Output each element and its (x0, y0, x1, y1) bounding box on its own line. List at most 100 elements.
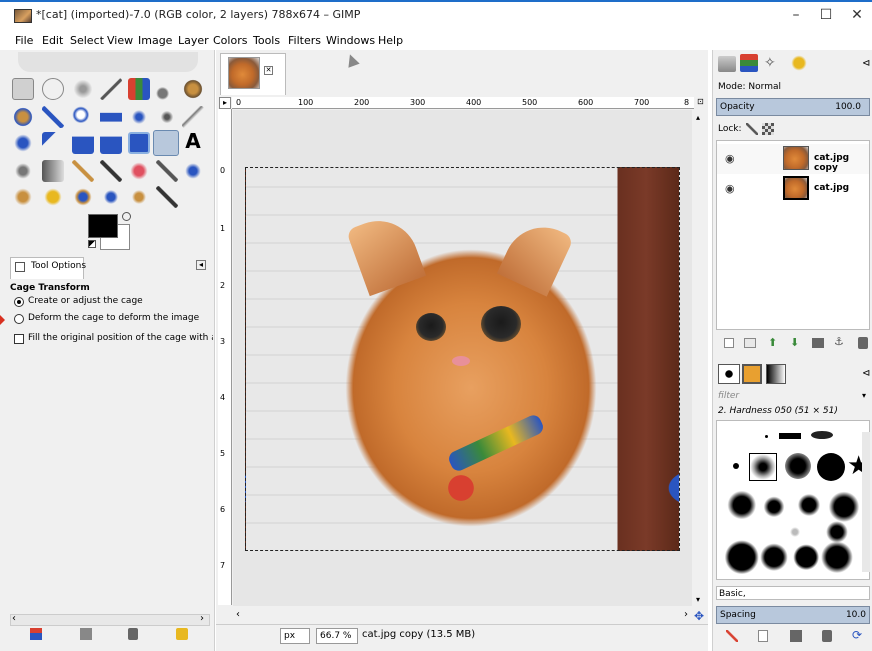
heal-tool-icon[interactable] (42, 186, 64, 208)
rect-select-tool-icon[interactable] (12, 78, 34, 100)
fuzzy-select-tool-icon[interactable] (100, 78, 122, 100)
brush-tab-menu-icon[interactable]: ⊲ (862, 368, 870, 379)
layers-tab-icon[interactable] (718, 56, 736, 72)
canvas-vscroll[interactable] (694, 110, 706, 606)
scroll-up-icon[interactable]: ▴ (696, 113, 700, 122)
move-tool-icon[interactable] (128, 106, 150, 128)
select-by-color-tool-icon[interactable] (128, 78, 150, 100)
shear-tool-icon[interactable] (100, 132, 122, 154)
wilber-drop-area[interactable] (18, 52, 198, 72)
zoom-tool-icon[interactable] (72, 106, 94, 128)
brush-texture-set[interactable] (725, 487, 865, 577)
color-picker-tool-icon[interactable] (42, 106, 64, 128)
zoom-select[interactable]: 66.7 % (316, 628, 358, 644)
paths-tab-icon[interactable]: ✧ (764, 54, 782, 72)
paintbrush-tool-icon[interactable] (100, 160, 122, 182)
fill-original-checkbox[interactable] (14, 334, 24, 344)
alignment-tool-icon[interactable] (156, 106, 178, 128)
scissors-tool-icon[interactable] (156, 78, 178, 100)
delete-tool-options-icon[interactable] (128, 628, 138, 640)
tab-menu-icon[interactable]: ◂ (196, 260, 206, 270)
reset-tool-options-icon[interactable] (176, 628, 188, 640)
quick-mask-corner-icon[interactable]: ▸ (219, 97, 231, 109)
menu-tools[interactable]: Tools (253, 34, 280, 47)
brushes-tab-icon[interactable] (718, 364, 740, 384)
dodge-burn-tool-icon[interactable] (156, 186, 178, 208)
crop-tool-icon[interactable] (12, 132, 34, 154)
menu-help[interactable]: Help (378, 34, 403, 47)
eraser-tool-icon[interactable] (128, 160, 150, 182)
brush-filter-input[interactable]: filter (718, 391, 868, 401)
menu-colors[interactable]: Colors (213, 34, 247, 47)
brush-hardness-075[interactable] (785, 453, 811, 479)
brush-tiny[interactable] (765, 435, 768, 438)
menu-edit[interactable]: Edit (42, 34, 63, 47)
scroll-left-icon[interactable]: ‹ (12, 613, 16, 624)
new-layer-group-icon[interactable] (744, 338, 756, 348)
blur-tool-icon[interactable] (100, 186, 122, 208)
save-tool-options-icon[interactable] (30, 628, 42, 640)
airbrush-tool-icon[interactable] (156, 160, 178, 182)
bucket-fill-tool-icon[interactable] (12, 160, 34, 182)
hscroll-left-icon[interactable]: ‹ (236, 609, 240, 620)
brush-ellipse[interactable] (811, 431, 833, 439)
maximize-button[interactable]: ☐ (811, 4, 841, 28)
menu-view[interactable]: View (107, 34, 133, 47)
menu-windows[interactable]: Windows (326, 34, 375, 47)
brushes-vscroll[interactable] (862, 432, 870, 572)
cat-photo-layer[interactable] (245, 167, 680, 551)
menu-select[interactable]: Select (70, 34, 104, 47)
delete-brush-icon[interactable] (822, 630, 832, 642)
undo-history-tab-icon[interactable] (790, 54, 808, 72)
brush-line[interactable] (779, 433, 801, 439)
vertical-ruler[interactable] (218, 109, 232, 605)
dock-tab-menu-icon[interactable]: ⊲ (862, 58, 870, 69)
menu-file[interactable]: File (15, 34, 33, 47)
rotate-tool-icon[interactable] (42, 132, 64, 154)
clone-tool-icon[interactable] (12, 186, 34, 208)
swap-colors-icon[interactable] (122, 212, 131, 221)
menu-image[interactable]: Image (138, 34, 172, 47)
layer-mode-select[interactable]: Mode: Normal (716, 80, 870, 94)
edit-brush-icon[interactable] (726, 630, 738, 642)
measure-tool-icon[interactable] (100, 106, 122, 128)
visibility-eye-icon[interactable]: ◉ (725, 182, 735, 195)
navigate-icon[interactable]: ✥ (694, 609, 704, 623)
anchor-layer-icon[interactable]: ⚓ (834, 335, 844, 348)
ink-tool-icon[interactable] (182, 160, 204, 182)
canvas-hscroll[interactable] (232, 608, 692, 622)
menu-layer[interactable]: Layer (178, 34, 209, 47)
new-layer-icon[interactable] (724, 338, 734, 348)
opacity-slider[interactable]: Opacity 100.0 (716, 98, 870, 116)
cage-transform-tool-icon[interactable] (153, 130, 179, 156)
scroll-right-icon[interactable]: › (200, 613, 204, 624)
filter-dropdown-icon[interactable]: ▾ (862, 391, 866, 400)
refresh-brushes-icon[interactable]: ⟳ (852, 628, 862, 642)
layer-name-copy[interactable]: cat.jpg copy (814, 153, 872, 173)
scroll-down-icon[interactable]: ▾ (696, 595, 700, 604)
create-cage-radio[interactable] (14, 297, 24, 307)
paths-tool-icon[interactable] (12, 106, 34, 128)
perspective-clone-tool-icon[interactable] (72, 186, 94, 208)
delete-layer-icon[interactable] (858, 337, 868, 349)
toolbox-hscroll[interactable] (10, 614, 210, 626)
hscroll-right-icon[interactable]: › (684, 609, 688, 620)
foreground-select-tool-icon[interactable] (182, 78, 204, 100)
transform-tool-icon[interactable] (182, 106, 204, 128)
reset-colors-icon[interactable] (88, 240, 96, 248)
brush-hardness-050[interactable] (749, 453, 777, 481)
close-image-tab-icon[interactable]: ✕ (264, 66, 273, 75)
blend-tool-icon[interactable] (42, 160, 64, 182)
smudge-tool-icon[interactable] (128, 186, 150, 208)
layer-name-base[interactable]: cat.jpg (814, 183, 849, 193)
text-tool-icon[interactable]: A (182, 130, 204, 152)
raise-layer-icon[interactable]: ⬆ (768, 336, 777, 349)
lock-pixels-icon[interactable] (746, 123, 758, 135)
brush-hardness-small[interactable] (733, 463, 739, 469)
brush-preset-select[interactable]: Basic, (716, 586, 870, 600)
visibility-eye-icon[interactable]: ◉ (725, 152, 735, 165)
brush-hardness-100[interactable] (817, 453, 845, 481)
menu-filters[interactable]: Filters (288, 34, 321, 47)
brush-grid[interactable]: ★ (716, 420, 870, 580)
new-brush-icon[interactable] (758, 630, 768, 642)
